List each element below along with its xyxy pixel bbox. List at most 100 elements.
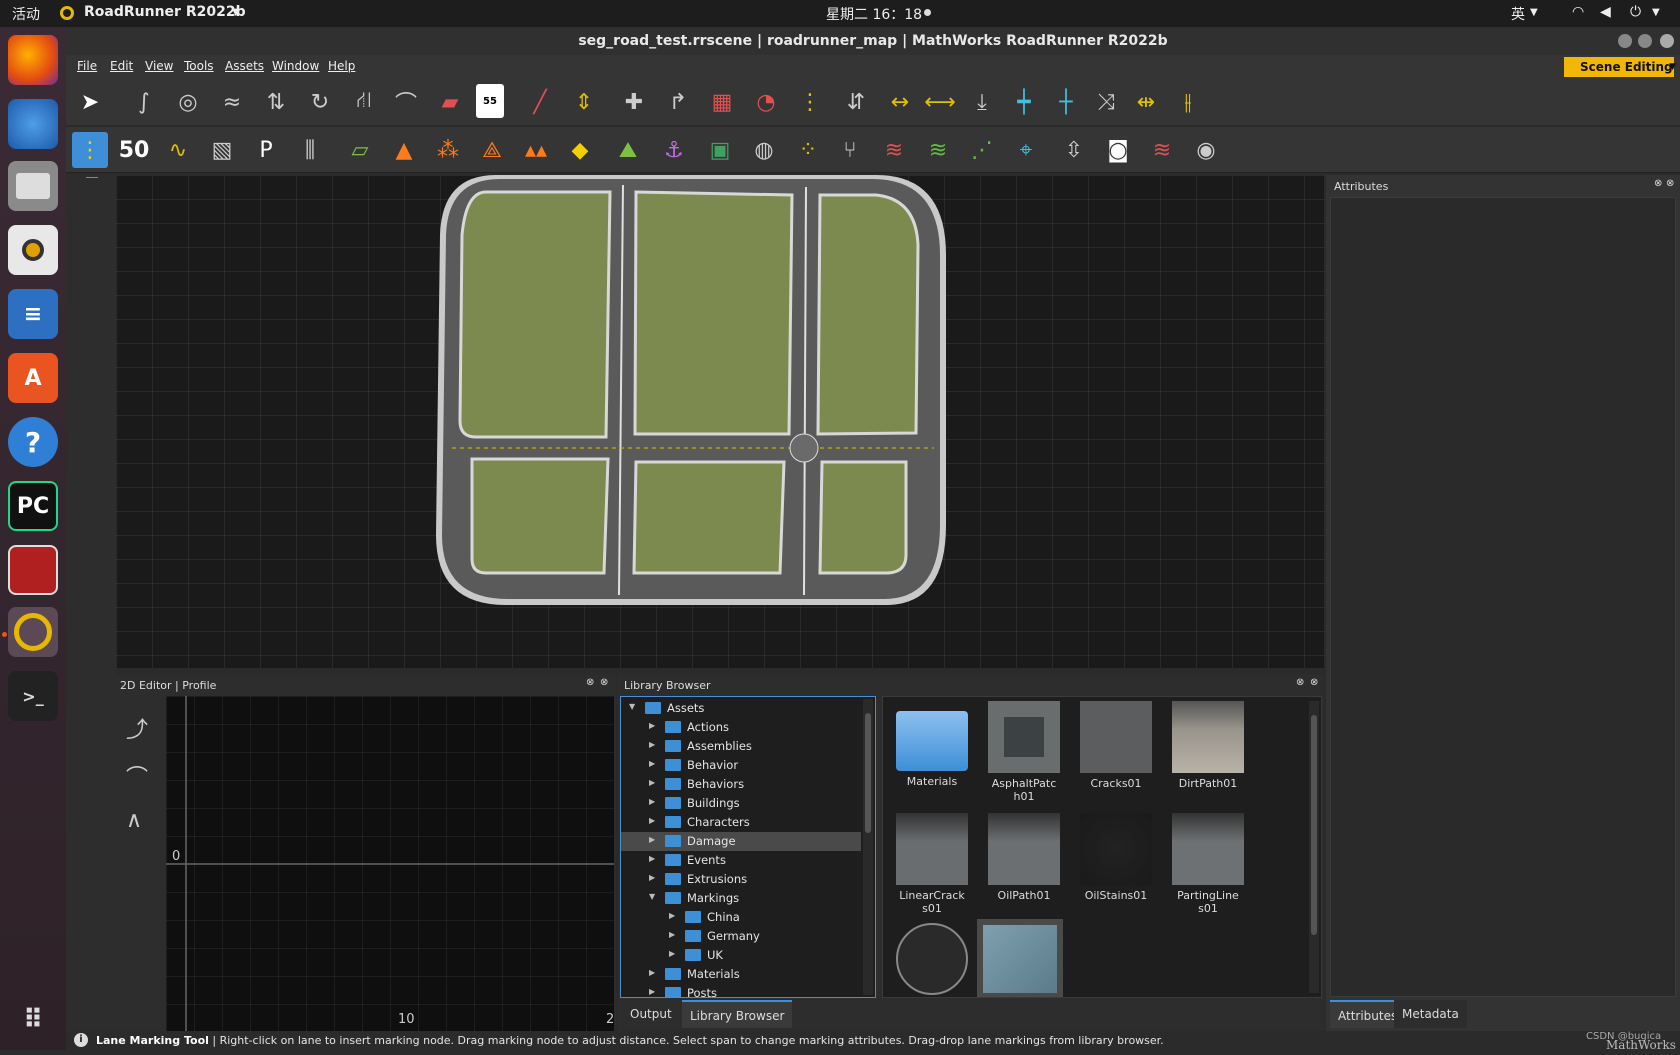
scene-editing-button[interactable]: Scene Editing ▼: [1564, 57, 1676, 77]
anchor-tool-icon[interactable]: ⚓: [656, 132, 692, 168]
close-icon[interactable]: ⊗: [600, 677, 608, 688]
software-icon[interactable]: A: [8, 353, 58, 403]
float-icon[interactable]: ⊗: [1654, 178, 1662, 189]
scrollbar-thumb[interactable]: [1311, 715, 1317, 935]
tree-item[interactable]: ▶ Actions: [621, 718, 861, 737]
chevron-down-icon[interactable]: ▼: [1652, 7, 1660, 18]
point-cloud-tool-icon[interactable]: ⁘: [790, 132, 826, 168]
road-plan-tool-icon[interactable]: ∫: [126, 84, 162, 120]
expanded-arrow-icon[interactable]: ▼: [629, 702, 635, 711]
asset-item[interactable]: DirtPath01: [1165, 701, 1251, 790]
layer-route-tool-icon[interactable]: ≋: [920, 132, 956, 168]
crosswalk-tool-icon[interactable]: ▦: [704, 84, 740, 120]
help-icon[interactable]: ?: [8, 417, 58, 467]
surface-tool-icon[interactable]: ▰: [432, 84, 468, 120]
select-tool-icon[interactable]: ➤: [72, 84, 108, 120]
float-icon[interactable]: ⊗: [1296, 677, 1304, 688]
input-method[interactable]: 英: [1511, 4, 1525, 24]
junction[interactable]: [789, 433, 819, 463]
minimize-icon[interactable]: [1618, 34, 1632, 48]
tree-item[interactable]: ▶ Buildings: [621, 794, 861, 813]
lane-merge-tool-icon[interactable]: ⤨: [1088, 84, 1124, 120]
lane-split-tool-icon[interactable]: ⇹: [1128, 84, 1164, 120]
bridge-tool-icon[interactable]: ⌒: [388, 84, 424, 120]
scene-canvas[interactable]: [116, 175, 1324, 668]
scenario-tool-icon[interactable]: ≋: [1144, 132, 1180, 168]
profile-peak-icon[interactable]: ∧: [126, 808, 158, 840]
profile-graph[interactable]: 0 10 2: [166, 696, 614, 1032]
tab-metadata[interactable]: Metadata: [1394, 1000, 1467, 1028]
collapse-handle[interactable]: [86, 177, 98, 178]
lane-marking-tool-icon[interactable]: ⋮: [72, 132, 108, 168]
tree-item[interactable]: ▶ Events: [621, 851, 861, 870]
tree-item[interactable]: ▶ UK: [621, 946, 861, 965]
junction-graph-tool-icon[interactable]: ⑂: [832, 132, 868, 168]
tree-item[interactable]: ▼ Markings: [621, 889, 861, 908]
collapsed-arrow-icon[interactable]: ▶: [649, 873, 655, 882]
tree-item[interactable]: ▶ China: [621, 908, 861, 927]
asset-item[interactable]: Cracks01: [1073, 701, 1159, 790]
menu-help[interactable]: Help: [328, 59, 355, 73]
prop-point-tool-icon[interactable]: ▲: [386, 132, 422, 168]
menu-file[interactable]: File: [77, 59, 97, 73]
menu-view[interactable]: View: [145, 59, 173, 73]
collapsed-arrow-icon[interactable]: ▶: [649, 968, 655, 977]
close-icon[interactable]: ⊗: [1666, 178, 1674, 189]
junction-add-tool-icon[interactable]: ✚: [616, 84, 652, 120]
traffic-light-icon[interactable]: ⋮: [792, 84, 828, 120]
pycharm-icon[interactable]: PC: [8, 481, 58, 531]
road-construction-tool-icon[interactable]: ⛙: [346, 84, 382, 120]
map-tool-icon[interactable]: ▣: [702, 132, 738, 168]
collapsed-arrow-icon[interactable]: ▶: [669, 930, 675, 939]
asset-item[interactable]: LinearCrack s01: [889, 813, 975, 915]
app-icon[interactable]: [8, 545, 58, 595]
asset-item[interactable]: [977, 919, 1063, 997]
camera-icon[interactable]: ◙: [1100, 132, 1136, 168]
tree-item[interactable]: ▶ Behavior: [621, 756, 861, 775]
crosswalk-marking-tool-icon[interactable]: ⫼: [292, 132, 328, 168]
marking-point-tool-icon[interactable]: ┿: [1006, 84, 1042, 120]
tree-item[interactable]: ▶ Extrusions: [621, 870, 861, 889]
tree-item[interactable]: ▶ Characters: [621, 813, 861, 832]
corner-tool-icon[interactable]: ◔: [748, 84, 784, 120]
close-icon[interactable]: ⊗: [1310, 677, 1318, 688]
maximize-icon[interactable]: [1638, 34, 1652, 48]
thunderbird-icon[interactable]: [8, 99, 58, 149]
layer-location-tool-icon[interactable]: ⌖: [1008, 132, 1044, 168]
parking-tool-icon[interactable]: P: [248, 132, 284, 168]
speed-marking-tool-icon[interactable]: 50: [116, 132, 152, 168]
app-menu[interactable]: RoadRunner R2022b: [84, 4, 246, 20]
collapsed-arrow-icon[interactable]: ▶: [649, 854, 655, 863]
lane-form-tool-icon[interactable]: ⟷: [922, 84, 958, 120]
lane-width-tool-icon[interactable]: ⇅: [258, 84, 294, 120]
collapsed-arrow-icon[interactable]: ▶: [649, 797, 655, 806]
writer-icon[interactable]: ≡: [8, 289, 58, 339]
expanded-arrow-icon[interactable]: ▼: [649, 892, 655, 901]
rhythmbox-icon[interactable]: [8, 225, 58, 275]
asset-item[interactable]: OilStains01: [1073, 813, 1159, 902]
collapsed-arrow-icon[interactable]: ▶: [669, 949, 675, 958]
chevron-down-icon[interactable]: ▼: [1669, 57, 1676, 77]
profile-arc-icon[interactable]: ⌒: [126, 760, 158, 792]
menu-tools[interactable]: Tools: [184, 59, 214, 73]
chevron-down-icon[interactable]: ▼: [1530, 7, 1538, 18]
activities-button[interactable]: 活动: [12, 4, 40, 24]
collapsed-arrow-icon[interactable]: ▶: [649, 816, 655, 825]
asset-item[interactable]: Materials: [889, 701, 975, 788]
curve-marking-tool-icon[interactable]: ∿: [160, 132, 196, 168]
collapsed-arrow-icon[interactable]: ▶: [649, 721, 655, 730]
roadrunner-icon[interactable]: [8, 607, 58, 657]
terminal-icon[interactable]: >_: [8, 671, 58, 721]
firefox-icon[interactable]: [8, 35, 58, 85]
tree-item[interactable]: ▼ Assets: [621, 699, 861, 718]
close-icon[interactable]: [1660, 34, 1674, 48]
grid-scrollbar[interactable]: [1309, 701, 1319, 993]
asset-item[interactable]: PartingLine s01: [1165, 813, 1251, 915]
files-icon[interactable]: [8, 161, 58, 211]
prop-span-tool-icon[interactable]: ▴▴: [518, 132, 554, 168]
area-marking-tool-icon[interactable]: ▧: [204, 132, 240, 168]
asset-grid[interactable]: Materials AsphaltPatc h01 Cracks01 DirtPa…: [882, 696, 1322, 998]
collapsed-arrow-icon[interactable]: ▶: [649, 740, 655, 749]
collapsed-arrow-icon[interactable]: ▶: [649, 759, 655, 768]
tree-item[interactable]: ▶ Assemblies: [621, 737, 861, 756]
